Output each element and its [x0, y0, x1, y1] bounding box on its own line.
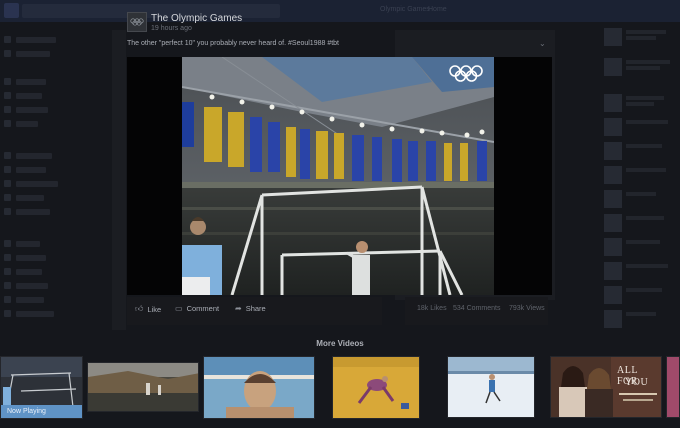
olympic-rings-icon	[130, 18, 144, 26]
page-name-link[interactable]: The Olympic Games	[151, 13, 242, 24]
video-thumbnail[interactable]	[332, 356, 420, 419]
now-playing-label: Now Playing	[1, 405, 82, 418]
video-thumbnail[interactable]: ALL FOR YOU	[550, 356, 662, 418]
comment-label: Comment	[186, 304, 220, 313]
share-button[interactable]: ➦ Share	[235, 304, 266, 313]
views-count: 793k Views	[509, 305, 545, 312]
video-thumbnail-image	[448, 357, 534, 417]
post-header: The Olympic Games 19 hours ago The other…	[127, 12, 553, 52]
comment-icon: ▭	[175, 304, 183, 313]
post-stats: 18k Likes 534 Comments 793k Views	[405, 297, 548, 325]
video-thumbnail-image	[333, 357, 419, 418]
page-avatar[interactable]	[127, 12, 147, 32]
share-label: Share	[245, 304, 266, 313]
background-feed-card	[112, 30, 126, 330]
post-timestamp[interactable]: 19 hours ago	[151, 25, 192, 32]
facebook-logo-icon	[4, 3, 19, 18]
video-thumbnail-partial[interactable]	[666, 356, 680, 418]
video-thumbnail[interactable]	[447, 356, 535, 418]
post-action-bar: 👍︎ Like ▭ Comment ➦ Share	[127, 297, 382, 325]
thumbnail-overlay-text: YOU	[625, 377, 649, 388]
background-left-nav	[0, 22, 112, 342]
more-videos-strip: Now Playing ALL FOR YOU	[0, 356, 680, 420]
video-thumbnail-now-playing[interactable]: Now Playing	[0, 356, 83, 419]
like-label: Like	[147, 304, 162, 314]
more-videos-heading: More Videos	[316, 339, 364, 348]
background-right-column	[598, 22, 680, 342]
video-thumbnail[interactable]	[203, 356, 315, 419]
video-thumbnail-image	[88, 363, 198, 411]
chevron-down-icon[interactable]: ⌄	[539, 39, 546, 48]
post-caption: The other "perfect 10" you probably neve…	[127, 40, 339, 47]
comment-button[interactable]: ▭ Comment	[175, 304, 219, 313]
likes-count[interactable]: 18k Likes	[417, 305, 447, 312]
comments-count[interactable]: 534 Comments	[453, 305, 500, 312]
video-scene-image	[182, 57, 494, 295]
share-arrow-icon: ➦	[235, 304, 242, 313]
video-frame[interactable]	[182, 57, 494, 295]
video-thumbnail[interactable]	[87, 362, 199, 412]
video-thumbnail-image	[204, 357, 314, 418]
thumbs-up-icon: 👍︎	[135, 304, 144, 313]
like-button[interactable]: 👍︎ Like	[135, 304, 161, 314]
video-player[interactable]	[127, 57, 552, 295]
